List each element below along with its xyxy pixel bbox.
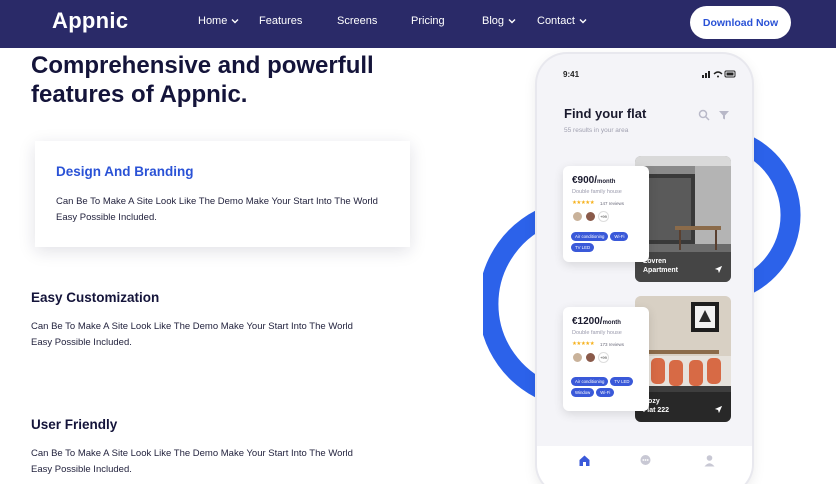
amenity-tag: Air conditioning: [571, 377, 609, 386]
app-tab-bar: [537, 446, 752, 484]
nav-screens-label: Screens: [337, 15, 378, 27]
headline-line-1: Comprehensive and powerfull: [31, 52, 374, 79]
nav-contact[interactable]: Contact: [537, 15, 588, 27]
feature-title: Design And Branding: [56, 164, 194, 179]
listing-type: Double family house: [572, 330, 622, 336]
avatar: [585, 352, 596, 363]
listing-type: Double family house: [572, 189, 622, 195]
review-count: 147 reviews: [600, 201, 625, 206]
avatar-group: +99: [572, 211, 609, 222]
nav-pricing-label: Pricing: [411, 15, 445, 27]
avatar: [572, 352, 583, 363]
review-count: 173 reviews: [600, 342, 625, 347]
avatar-group: +99: [572, 352, 609, 363]
feature-title-easy-customization[interactable]: Easy Customization: [31, 290, 159, 305]
rating-stars: ★★★★★: [572, 341, 595, 347]
filter-icon[interactable]: [718, 109, 730, 121]
search-icon[interactable]: [698, 109, 710, 121]
amenity-tag: TV LED: [610, 377, 634, 386]
location-arrow-icon[interactable]: [714, 265, 723, 274]
nav-features-label: Features: [259, 15, 303, 27]
amenity-tag: Window: [571, 388, 595, 397]
amenity-tag: Air conditioning: [571, 232, 609, 241]
feature-description: Can Be To Make A Site Look Like The Demo…: [56, 196, 378, 223]
listing-price: €1200/month: [572, 316, 621, 327]
section-headline: Comprehensive and powerfull features of …: [31, 51, 431, 109]
chevron-down-icon: [508, 19, 516, 24]
status-bar-icons: [702, 70, 736, 78]
listing-card-1[interactable]: €900/month Double family house ★★★★★ 147…: [563, 166, 649, 262]
nav-home-label: Home: [198, 15, 228, 27]
phone-mockup: 9:41 Find your flat 55 results in your a…: [537, 54, 752, 484]
headline-line-2: features of Appnic.: [31, 81, 248, 108]
listing-image-cozy[interactable]: Cozy Flat 222: [635, 296, 731, 422]
nav-screens[interactable]: Screens: [337, 15, 377, 27]
download-now-button[interactable]: Download Now: [690, 6, 791, 39]
avatar-more-count: +99: [598, 211, 609, 222]
listing-card-2[interactable]: €1200/month Double family house ★★★★★ 17…: [563, 307, 649, 411]
nav-blog-label: Blog: [482, 15, 505, 27]
amenity-tag: Wi-Fi: [596, 388, 615, 397]
feature-description: Can Be To Make A Site Look Like The Demo…: [31, 321, 353, 348]
logo[interactable]: Appnic: [52, 8, 128, 34]
app-subtitle: 55 results in your area: [564, 127, 629, 134]
home-icon[interactable]: [578, 454, 591, 467]
navbar: Appnic Home Features Screens Pricing Blo…: [0, 0, 836, 48]
status-time: 9:41: [563, 70, 580, 79]
amenity-tags: Air conditioning Wi-Fi TV LED: [571, 232, 643, 252]
location-arrow-icon[interactable]: [714, 405, 723, 414]
rating-stars: ★★★★★: [572, 200, 595, 206]
amenity-tag: Wi-Fi: [610, 232, 629, 241]
avatar: [572, 211, 583, 222]
listing-price: €900/month: [572, 175, 616, 186]
nav-features[interactable]: Features: [259, 15, 302, 27]
listing-name: Lovren Apartment: [643, 258, 679, 274]
chevron-down-icon: [231, 19, 239, 24]
nav-pricing[interactable]: Pricing: [411, 15, 445, 27]
nav-blog[interactable]: Blog: [482, 15, 517, 27]
chat-icon[interactable]: [639, 454, 652, 467]
nav-home[interactable]: Home: [198, 15, 240, 27]
feature-description: Can Be To Make A Site Look Like The Demo…: [31, 448, 353, 475]
feature-card-design-branding[interactable]: Design And Branding Can Be To Make A Sit…: [35, 141, 410, 247]
avatar-more-count: +99: [598, 352, 609, 363]
listing-image-lovren[interactable]: Lovren Apartment: [635, 156, 731, 282]
amenity-tag: TV LED: [571, 243, 595, 252]
nav-contact-label: Contact: [537, 15, 575, 27]
profile-icon[interactable]: [703, 454, 716, 467]
app-title: Find your flat: [564, 106, 647, 121]
chevron-down-icon: [579, 19, 587, 24]
feature-title-user-friendly[interactable]: User Friendly: [31, 417, 117, 432]
avatar: [585, 211, 596, 222]
amenity-tags: Air conditioning TV LED Window Wi-Fi: [571, 377, 643, 397]
